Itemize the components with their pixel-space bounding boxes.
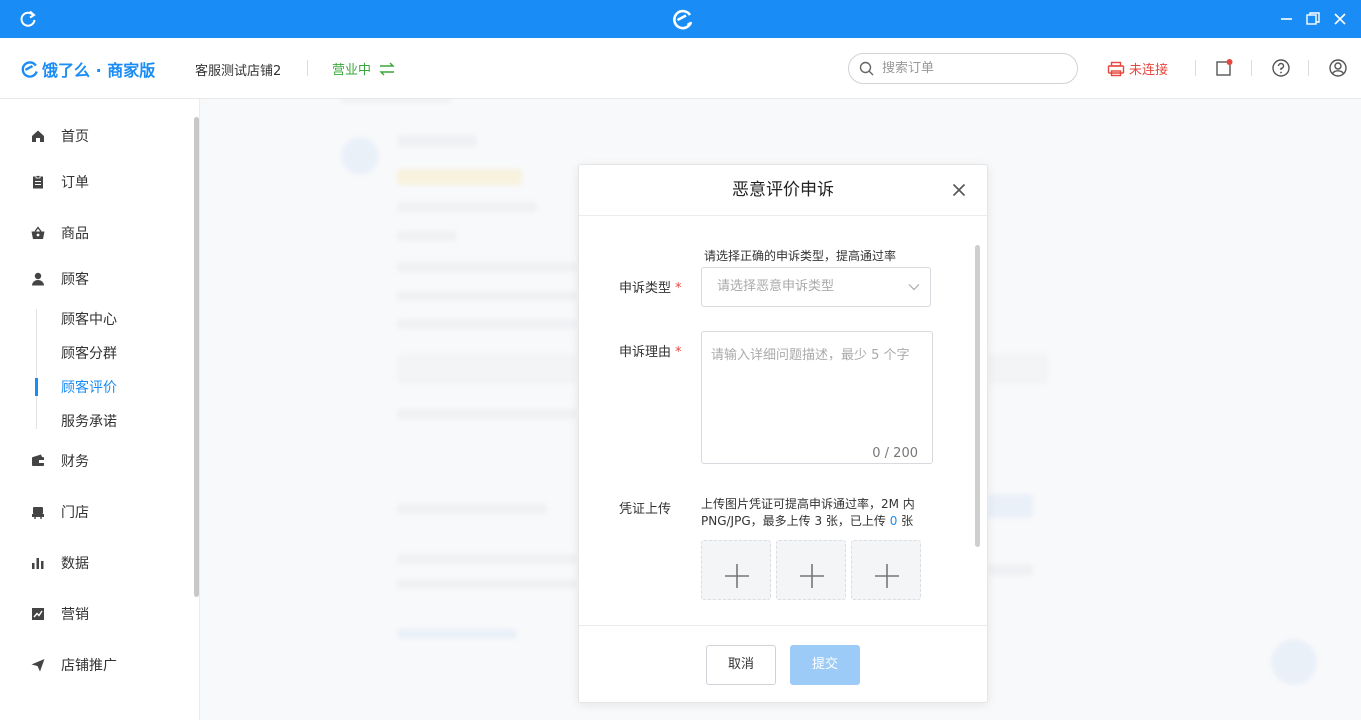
sidebar-item-data[interactable]: 数据: [30, 553, 89, 573]
upload-desc-line2: PNG/JPG，最多上传 3 张，已上传: [701, 514, 890, 528]
sidebar-item-products[interactable]: 商品: [30, 223, 89, 243]
required-mark: *: [675, 281, 682, 296]
sidebar-item-label: 店铺推广: [61, 658, 117, 674]
search-icon: [859, 61, 874, 76]
submit-button[interactable]: 提交: [790, 645, 860, 685]
store-icon: [32, 507, 44, 519]
bar-chart-icon: [32, 558, 44, 569]
minimize-icon[interactable]: [1278, 10, 1296, 28]
appeal-dialog: 恶意评价申诉 请选择正确的申诉类型，提高通过率 申诉类型 * 请选择恶意申诉类型 …: [578, 164, 988, 703]
sidebar-sub-customer-groups[interactable]: 顾客分群: [61, 343, 117, 363]
line-chart-icon: [32, 608, 44, 620]
plus-icon: [800, 564, 824, 588]
refresh-icon[interactable]: [18, 9, 38, 29]
sidebar-item-label: 首页: [61, 129, 89, 145]
header-divider: [1251, 60, 1252, 76]
home-icon: [32, 130, 44, 142]
sidebar-item-label: 商品: [61, 226, 89, 242]
upload-desc-suffix: 张: [897, 514, 914, 528]
appeal-type-hint: 请选择正确的申诉类型，提高通过率: [704, 249, 897, 263]
close-icon[interactable]: [951, 182, 967, 198]
plus-icon: [725, 564, 749, 588]
account-icon[interactable]: [1328, 58, 1348, 78]
dialog-scrollbar[interactable]: [975, 245, 980, 547]
dialog-title: 恶意评价申诉: [579, 165, 987, 216]
sidebar-item-marketing[interactable]: 营销: [30, 604, 89, 624]
dialog-footer: 取消 提交: [579, 625, 987, 702]
sidebar: 首页 订单 商品 顾客 顾客中心 顾客分群 顾客评价 服务承诺 财务 门店 数据…: [0, 99, 200, 720]
appeal-type-label: 申诉类型 *: [619, 277, 682, 296]
app-header: 饿了么 · 商家版 客服测试店铺2 营业中 未连接: [0, 38, 1361, 99]
wallet-icon: [32, 454, 44, 466]
header-divider: [1308, 60, 1309, 76]
sidebar-item-label: 订单: [61, 175, 89, 191]
sidebar-item-label: 营销: [61, 607, 89, 623]
help-icon[interactable]: [1271, 58, 1291, 78]
sidebar-scrollbar[interactable]: [194, 117, 199, 597]
user-icon: [32, 272, 44, 286]
appeal-type-placeholder: 请选择恶意申诉类型: [717, 279, 835, 294]
header-divider: [1195, 60, 1196, 76]
printer-status[interactable]: 未连接: [1107, 59, 1168, 78]
appeal-reason-textarea[interactable]: 请输入详细问题描述，最少 5 个字 0 / 200: [701, 331, 933, 464]
switch-arrows-icon[interactable]: [379, 62, 395, 76]
eleme-brand-icon: [21, 61, 38, 78]
upload-slot-2[interactable]: [776, 540, 846, 600]
send-icon: [31, 659, 45, 672]
window-titlebar: [0, 0, 1361, 38]
eleme-logo-icon: [673, 9, 693, 30]
notification-icon[interactable]: [1214, 58, 1234, 78]
plus-icon: [875, 564, 899, 588]
basket-icon: [31, 226, 45, 239]
business-status-label: 营业中: [332, 63, 372, 78]
restore-icon[interactable]: [1304, 10, 1322, 28]
sidebar-item-finance[interactable]: 财务: [30, 451, 89, 471]
clipboard-icon: [33, 175, 43, 189]
character-counter: 0 / 200: [872, 446, 918, 461]
sidebar-sub-customer-center[interactable]: 顾客中心: [61, 309, 117, 329]
store-name[interactable]: 客服测试店铺2: [195, 60, 281, 79]
upload-desc-line1: 上传图片凭证可提高申诉通过率，2M 内: [701, 497, 915, 511]
close-window-icon[interactable]: [1331, 10, 1349, 28]
appeal-reason-label-text: 申诉理由: [619, 345, 672, 360]
search-input[interactable]: [882, 61, 1052, 76]
evidence-upload-description: 上传图片凭证可提高申诉通过率，2M 内 PNG/JPG，最多上传 3 张，已上传…: [701, 496, 931, 530]
sidebar-item-orders[interactable]: 订单: [30, 172, 89, 192]
upload-slot-1[interactable]: [701, 540, 771, 600]
appeal-type-label-text: 申诉类型: [619, 281, 672, 296]
sidebar-item-promotion[interactable]: 店铺推广: [30, 655, 117, 675]
brand-logo[interactable]: 饿了么 · 商家版: [20, 57, 155, 81]
upload-slot-3[interactable]: [851, 540, 921, 600]
sidebar-sub-service-promise[interactable]: 服务承诺: [61, 411, 117, 431]
sidebar-item-label: 顾客: [61, 272, 89, 288]
dialog-body: 请选择正确的申诉类型，提高通过率 申诉类型 * 请选择恶意申诉类型 申诉理由 * 请…: [579, 217, 987, 625]
appeal-reason-label: 申诉理由 *: [619, 341, 682, 360]
appeal-type-select[interactable]: 请选择恶意申诉类型: [701, 267, 931, 307]
appeal-reason-placeholder: 请输入详细问题描述，最少 5 个字: [711, 348, 910, 363]
sidebar-item-label: 数据: [61, 556, 89, 572]
chevron-down-icon: [908, 284, 920, 291]
header-divider: [307, 60, 308, 76]
required-mark: *: [675, 345, 682, 360]
printer-icon: [1107, 61, 1125, 76]
sidebar-item-label: 财务: [61, 454, 89, 470]
sidebar-item-store[interactable]: 门店: [30, 502, 89, 522]
sidebar-item-customers[interactable]: 顾客: [30, 269, 89, 289]
sidebar-sub-customer-reviews[interactable]: 顾客评价: [61, 377, 117, 397]
brand-name: 饿了么 · 商家版: [42, 61, 156, 80]
printer-status-label: 未连接: [1129, 63, 1169, 78]
search-box[interactable]: [848, 53, 1078, 84]
business-status[interactable]: 营业中: [332, 59, 395, 78]
submenu-active-indicator: [35, 378, 38, 396]
sidebar-item-home[interactable]: 首页: [30, 126, 89, 146]
cancel-button[interactable]: 取消: [706, 645, 776, 685]
submenu-guide-line: [36, 309, 37, 429]
sidebar-item-label: 门店: [61, 505, 89, 521]
evidence-upload-label: 凭证上传: [619, 502, 672, 517]
